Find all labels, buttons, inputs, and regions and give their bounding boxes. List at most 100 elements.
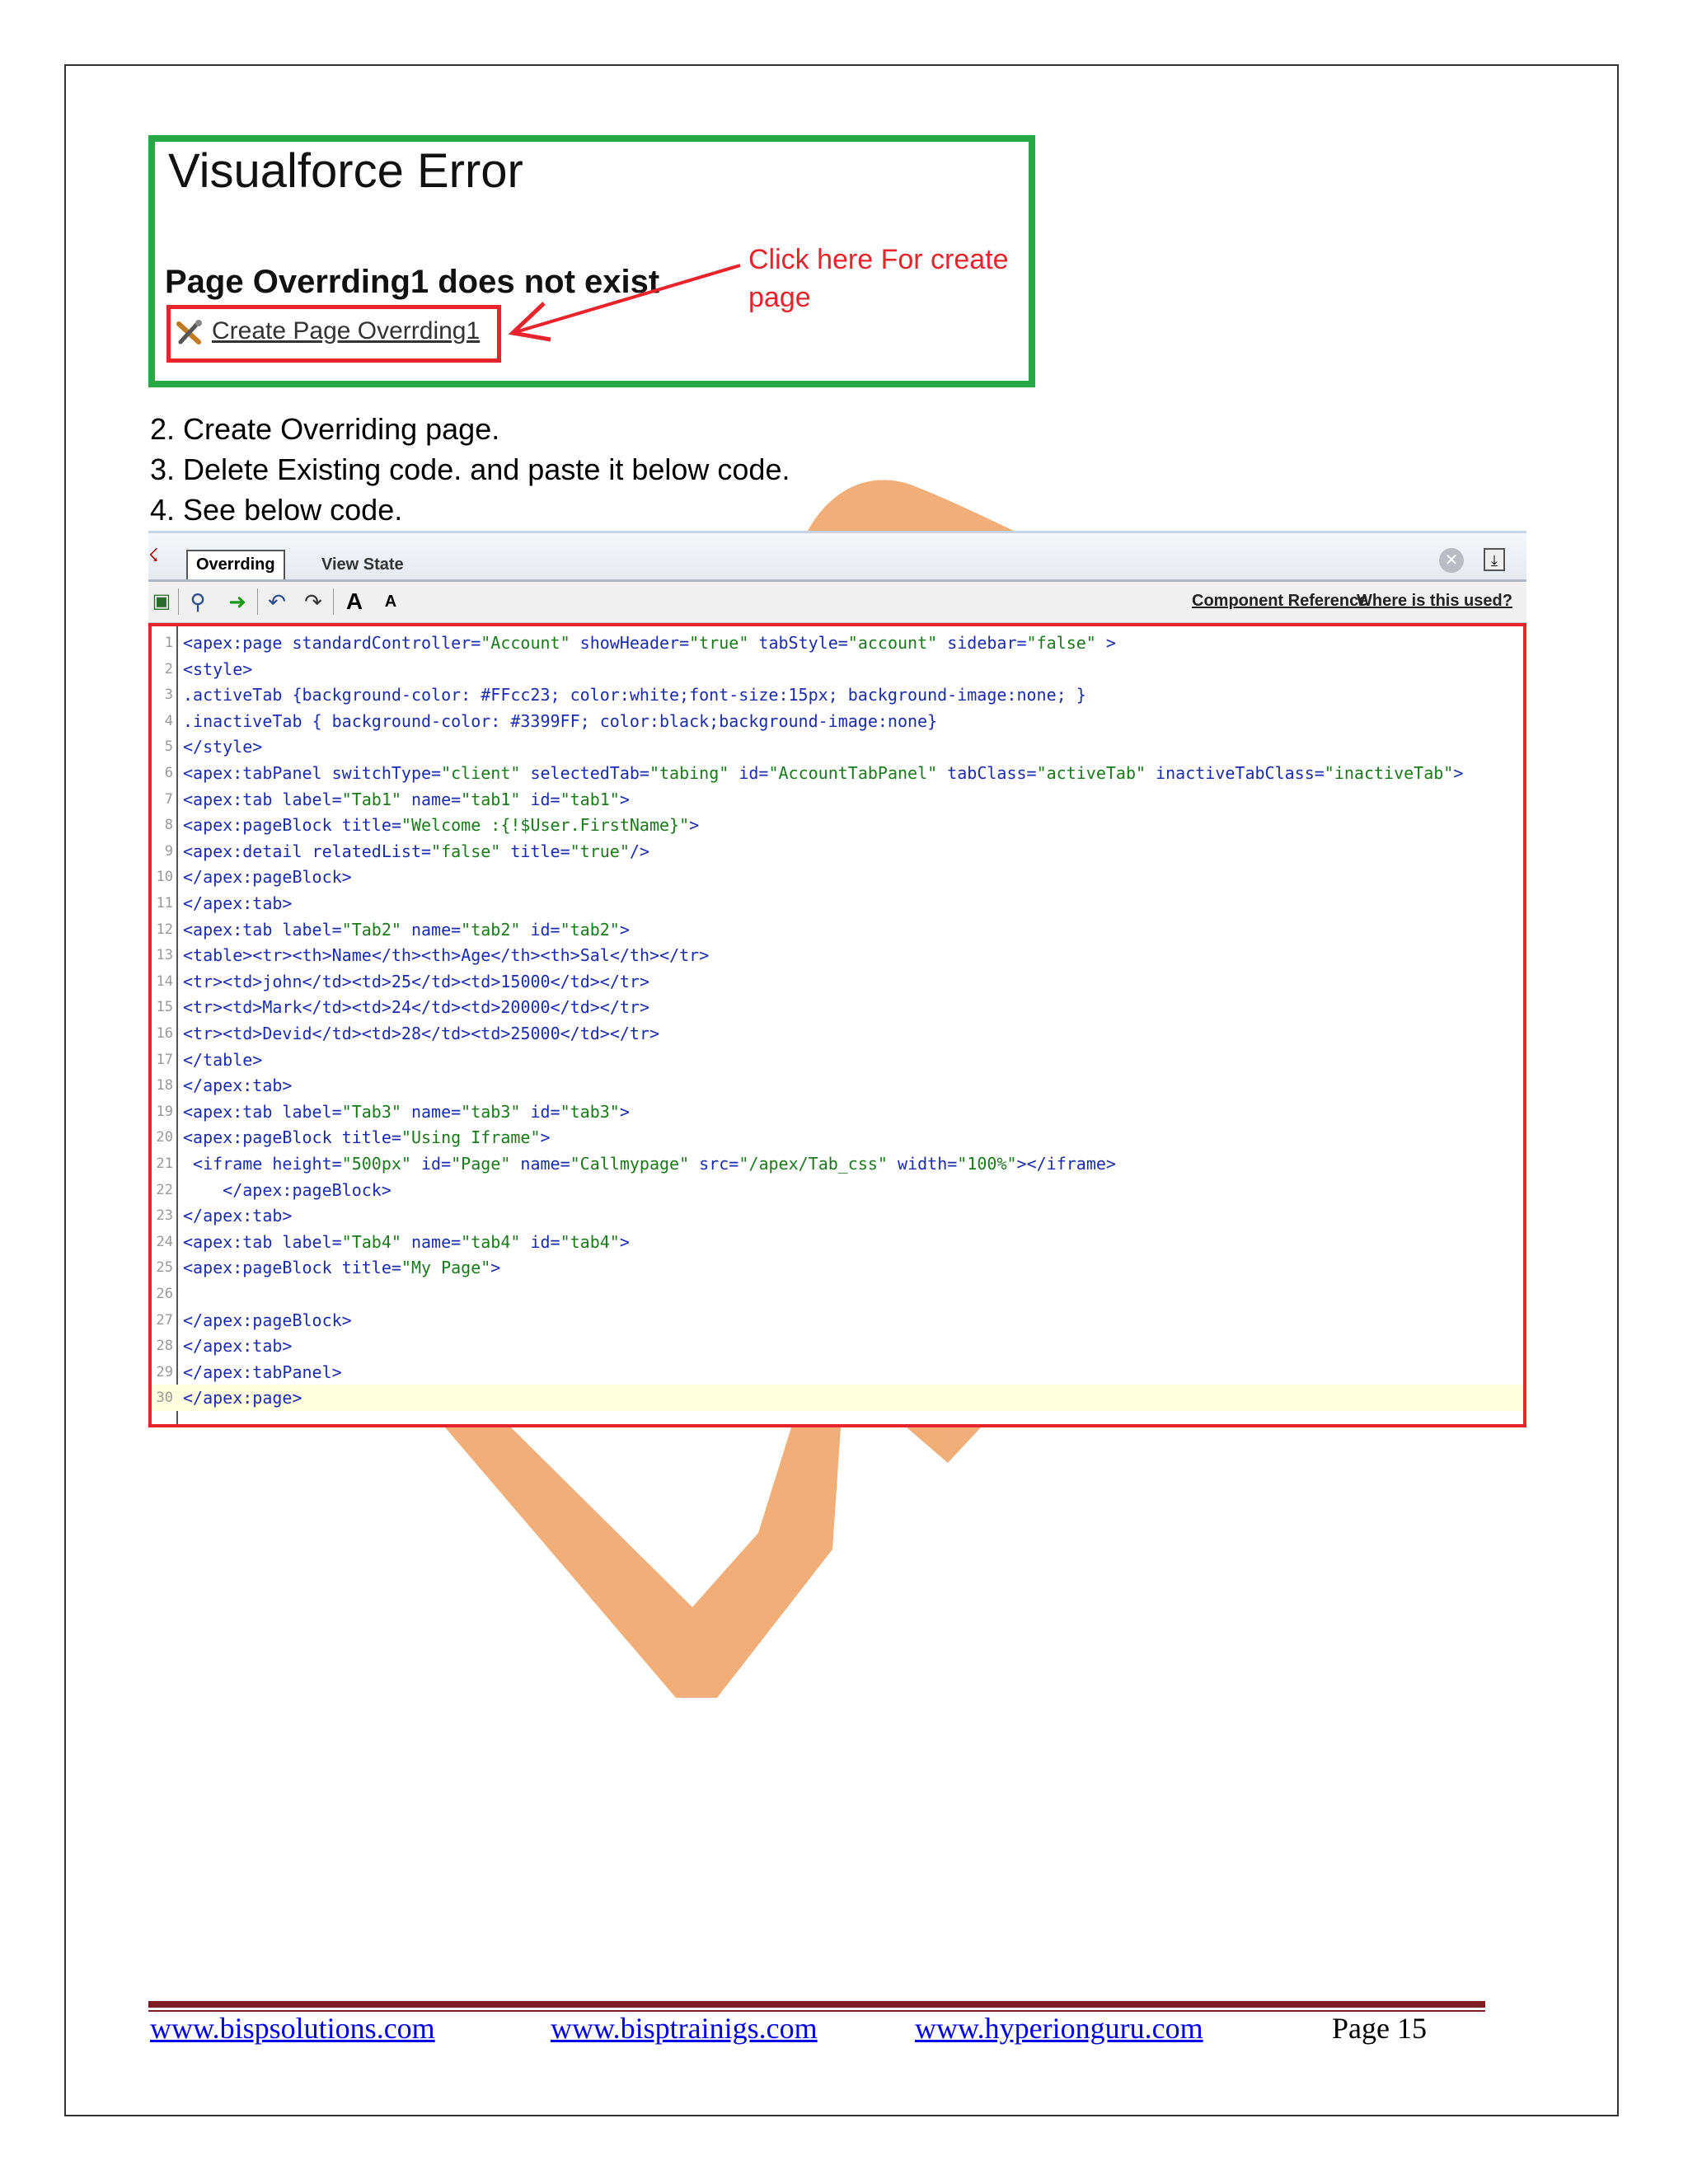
code-line[interactable]: 5 </style>: [152, 733, 1523, 760]
line-number: 2: [164, 660, 173, 677]
code-text: <apex:pageBlock title="Welcome :{!$User.…: [183, 815, 700, 836]
collapse-icon[interactable]: ☇: [148, 545, 159, 566]
code-text: .inactiveTab { background-color: #3399FF…: [183, 710, 938, 731]
code-text: </apex:page>: [183, 1388, 302, 1408]
code-text: <apex:pageBlock title="My Page">: [183, 1258, 501, 1278]
code-line[interactable]: 22 </apex:pageBlock>: [152, 1177, 1523, 1203]
where-used-link[interactable]: Where is this used?: [1357, 592, 1512, 611]
line-number: 30: [156, 1390, 173, 1407]
code-text: <apex:pageBlock title="Using Iframe">: [183, 1127, 551, 1148]
line-number: 28: [156, 1338, 173, 1355]
line-number: 5: [164, 738, 173, 756]
code-text: <table><tr><th>Name</th><th>Age</th><th>…: [183, 945, 710, 966]
code-line[interactable]: 14 <tr><td>john</td><td>25</td><td>15000<…: [152, 968, 1523, 995]
editor-toolbar: ▣ ⚲ ➜ ↶ ↷ A A Component Reference Where …: [148, 582, 1526, 623]
code-text: <style>: [183, 658, 253, 679]
code-text: </apex:pageBlock>: [183, 867, 352, 888]
code-line[interactable]: 20 <apex:pageBlock title="Using Iframe">: [152, 1124, 1523, 1151]
code-line[interactable]: 10 </apex:pageBlock>: [152, 864, 1523, 890]
code-line[interactable]: 11 </apex:tab>: [152, 890, 1523, 916]
redo-icon[interactable]: ↷: [300, 588, 326, 615]
line-number: 15: [156, 999, 173, 1016]
font-decrease-icon[interactable]: A: [377, 588, 404, 615]
annotation-text: Click here For create page: [748, 244, 1009, 313]
code-text: </apex:tab>: [183, 1336, 293, 1357]
code-line[interactable]: 13 <table><tr><th>Name</th><th>Age</th><t…: [152, 942, 1523, 968]
code-line[interactable]: 2 <style>: [152, 656, 1523, 682]
line-number: 19: [156, 1103, 173, 1120]
create-page-highlight: Create Page Overrding1: [166, 305, 501, 363]
code-text: </apex:tab>: [183, 893, 293, 913]
code-line[interactable]: 29 </apex:tabPanel>: [152, 1359, 1523, 1385]
line-number: 25: [156, 1259, 173, 1277]
code-text: <apex:tab label="Tab1" name="tab1" id="t…: [183, 789, 630, 809]
code-line[interactable]: 18 </apex:tab>: [152, 1072, 1523, 1099]
footer-rule: [148, 2001, 1485, 2008]
code-line[interactable]: 15 <tr><td>Mark</td><td>24</td><td>20000<…: [152, 994, 1523, 1020]
line-number: 26: [156, 1286, 173, 1302]
error-title: Visualforce Error: [168, 144, 523, 198]
code-line[interactable]: 1 <apex:page standardController="Account"…: [152, 630, 1523, 656]
line-number: 16: [156, 1025, 173, 1042]
line-number: 6: [164, 765, 173, 781]
create-page-link[interactable]: Create Page Overrding1: [212, 317, 480, 345]
code-line[interactable]: 21 <iframe height="500px" id="Page" name…: [152, 1151, 1523, 1177]
code-text: <apex:tab label="Tab2" name="tab2" id="t…: [183, 919, 630, 940]
code-text: <apex:tab label="Tab3" name="tab3" id="t…: [183, 1101, 630, 1122]
code-line[interactable]: 8 <apex:pageBlock title="Welcome :{!$User…: [152, 812, 1523, 838]
code-line[interactable]: 6 <apex:tabPanel switchType="client" sele…: [152, 760, 1523, 786]
code-line[interactable]: 16 <tr><td>Devid</td><td>28</td><td>25000…: [152, 1020, 1523, 1047]
footer-link-bispsolutions[interactable]: www.bispsolutions.com: [150, 2011, 435, 2046]
code-line[interactable]: 3 .activeTab {background-color: #FFcc23; …: [152, 682, 1523, 708]
component-reference-link[interactable]: Component Reference: [1192, 592, 1367, 611]
code-line[interactable]: 28 </apex:tab>: [152, 1333, 1523, 1359]
code-text: </style>: [183, 737, 263, 757]
code-text: <apex:tabPanel switchType="client" selec…: [183, 763, 1464, 783]
footer-link-hyperionguru[interactable]: www.hyperionguru.com: [915, 2011, 1203, 2046]
tab-overrding[interactable]: Overrding: [186, 550, 285, 579]
line-number: 7: [164, 790, 173, 808]
save-icon[interactable]: ▣: [148, 588, 175, 615]
editor-tab-bar: ☇ Overrding View State ✕ ⤓: [148, 531, 1526, 582]
undo-icon[interactable]: ↶: [264, 588, 290, 615]
step-4: 4. See below code.: [150, 493, 403, 527]
code-area[interactable]: 1 <apex:page standardController="Account"…: [148, 623, 1526, 1427]
code-line[interactable]: 17 </table>: [152, 1047, 1523, 1073]
line-number: 10: [156, 869, 173, 886]
step-2: 2. Create Overriding page.: [150, 412, 500, 446]
search-icon[interactable]: ⚲: [185, 588, 211, 615]
code-line[interactable]: 24 <apex:tab label="Tab4" name="tab4" id=…: [152, 1229, 1523, 1255]
line-number: 12: [156, 921, 173, 938]
code-text: <tr><td>john</td><td>25</td><td>15000</t…: [183, 971, 650, 991]
go-arrow-icon[interactable]: ➜: [224, 588, 251, 615]
line-number: 17: [156, 1051, 173, 1068]
close-icon[interactable]: ✕: [1439, 548, 1464, 573]
code-line[interactable]: 25 <apex:pageBlock title="My Page">: [152, 1254, 1523, 1281]
line-number: 27: [156, 1311, 173, 1329]
code-editor-screenshot: ☇ Overrding View State ✕ ⤓ ▣ ⚲ ➜ ↶ ↷ A A…: [148, 531, 1526, 1427]
code-line[interactable]: 27 </apex:pageBlock>: [152, 1307, 1523, 1333]
code-text: </apex:tabPanel>: [183, 1361, 342, 1382]
line-number: 22: [156, 1181, 173, 1198]
code-line[interactable]: 19 <apex:tab label="Tab3" name="tab3" id=…: [152, 1099, 1523, 1125]
download-icon[interactable]: ⤓: [1484, 548, 1505, 571]
code-text: <iframe height="500px" id="Page" name="C…: [193, 1154, 1116, 1174]
tab-view-state[interactable]: View State: [321, 551, 404, 578]
line-number: 23: [156, 1207, 173, 1225]
code-line[interactable]: 9 <apex:detail relatedList="false" title=…: [152, 838, 1523, 865]
footer-link-bisptrainigs[interactable]: www.bisptrainigs.com: [551, 2011, 818, 2046]
code-line[interactable]: 26: [152, 1281, 1523, 1307]
code-text: </apex:tab>: [183, 1076, 293, 1096]
line-number: 18: [156, 1077, 173, 1094]
font-increase-icon[interactable]: A: [341, 588, 368, 615]
code-text: .activeTab {background-color: #FFcc23; c…: [183, 685, 1086, 705]
code-text: </apex:tab>: [183, 1206, 293, 1226]
code-line[interactable]: 23 </apex:tab>: [152, 1202, 1523, 1229]
code-line[interactable]: 30 </apex:page>: [152, 1385, 1523, 1412]
code-line[interactable]: 12 <apex:tab label="Tab2" name="tab2" id=…: [152, 916, 1523, 943]
code-line[interactable]: 7 <apex:tab label="Tab1" name="tab1" id="…: [152, 786, 1523, 813]
code-text: <apex:detail relatedList="false" title="…: [183, 841, 649, 861]
code-text: <tr><td>Mark</td><td>24</td><td>20000</t…: [183, 997, 650, 1018]
page-number: Page 15: [1332, 2012, 1427, 2045]
code-line[interactable]: 4 .inactiveTab { background-color: #3399F…: [152, 708, 1523, 734]
